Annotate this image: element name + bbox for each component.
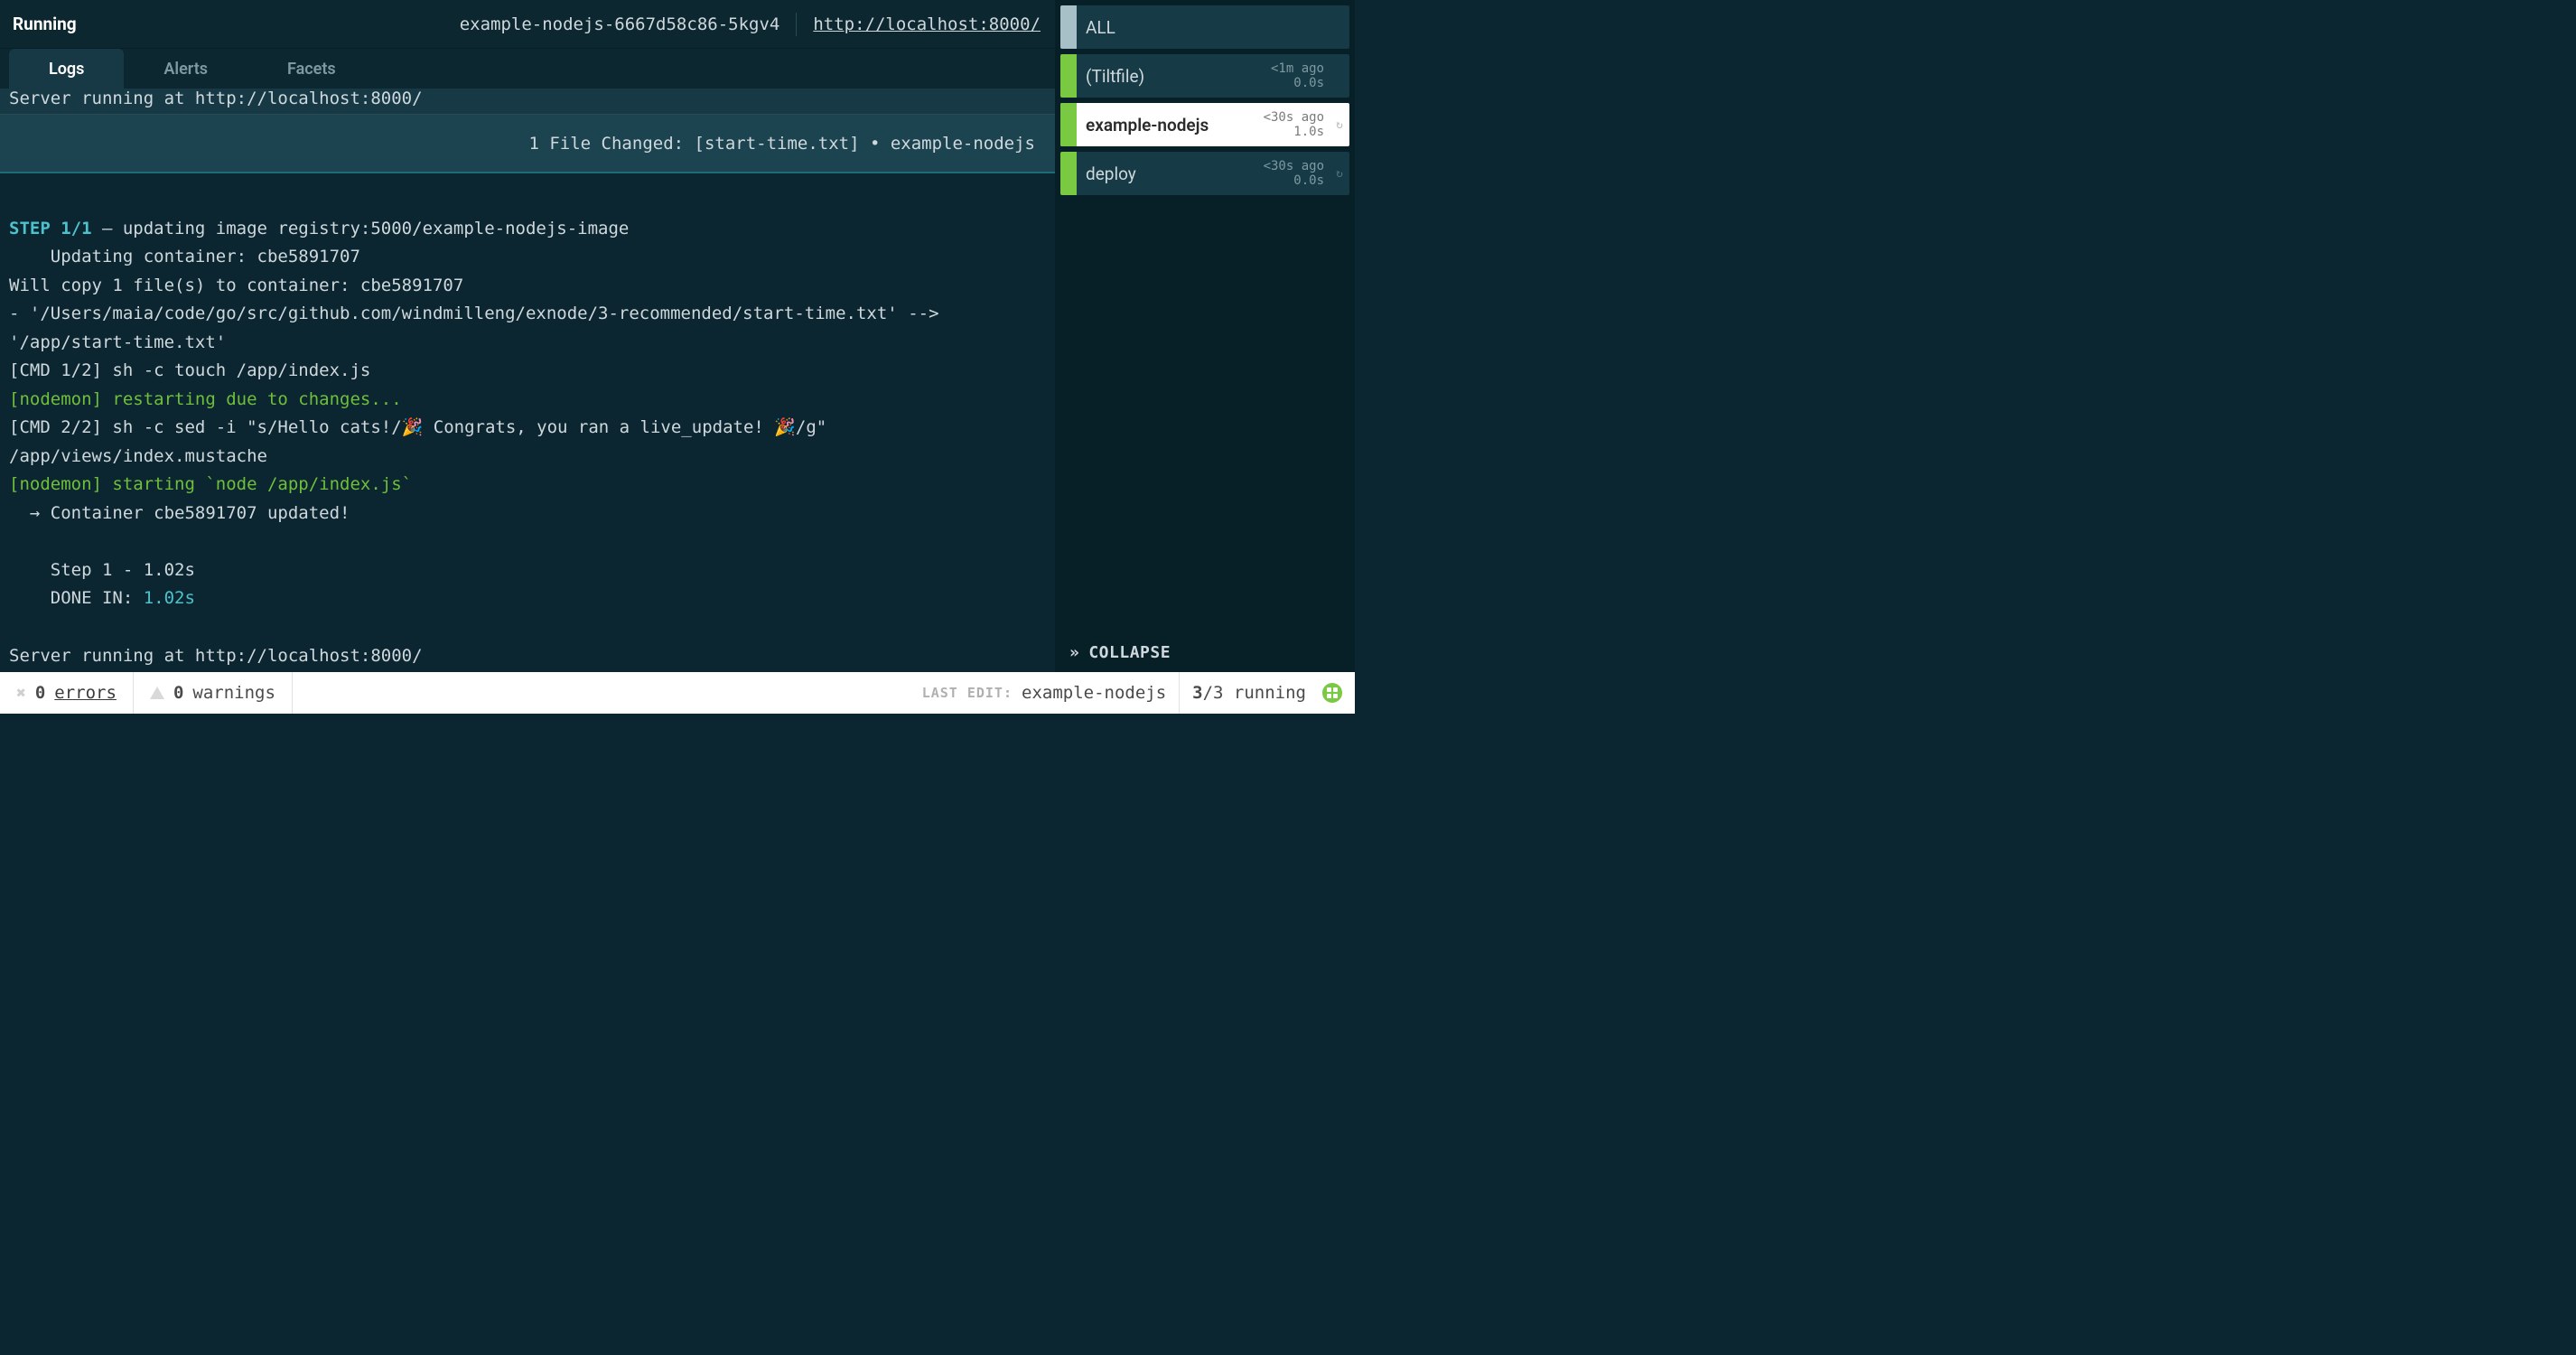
status-footer: ✖ 0 errors 0 warnings LAST EDIT: example… (0, 672, 1355, 714)
log-done-label: DONE IN: (9, 588, 144, 608)
running-cell: 3/3 running (1180, 672, 1355, 714)
build-ago: <1m ago (1271, 61, 1324, 76)
tab-facets[interactable]: Facets (247, 49, 376, 89)
errors-count: 0 (35, 683, 45, 703)
header-divider (796, 13, 797, 36)
sidebar-item-tiltfile[interactable]: (Tiltfile) <1m ago 0.0s (1060, 54, 1349, 98)
last-edit-value: example-nodejs (1022, 683, 1166, 703)
resource-sidebar: ALL (Tiltfile) <1m ago 0.0s example-node… (1055, 0, 1355, 672)
tilt-logo-icon[interactable] (1322, 683, 1342, 703)
warnings-label: warnings (192, 683, 275, 703)
file-changed-text: 1 File Changed: [start-time.txt] • examp… (528, 134, 1035, 154)
tilt-logo-svg (1327, 687, 1338, 698)
header-meta: example-nodejs-6667d58c86-5kgv4 http://l… (460, 13, 1041, 36)
log-line: → Container cbe5891707 updated! (9, 503, 350, 523)
main-column: Running example-nodejs-6667d58c86-5kgv4 … (0, 0, 1055, 672)
sidebar-item-example-nodejs[interactable]: example-nodejs <30s ago 1.0s ↻ (1060, 103, 1349, 146)
pod-name: example-nodejs-6667d58c86-5kgv4 (460, 14, 780, 34)
sidebar-item-label: (Tiltfile) (1077, 66, 1271, 87)
build-dur: 0.0s (1293, 173, 1324, 188)
warnings-count: 0 (173, 683, 183, 703)
running-count: 3 (1192, 683, 1202, 703)
sidebar-spacer (1060, 201, 1349, 627)
reload-icon[interactable]: ↻ (1330, 167, 1349, 181)
endpoint-link[interactable]: http://localhost:8000/ (813, 14, 1041, 34)
sidebar-item-times: <30s ago 0.0s (1264, 159, 1330, 188)
log-previous-line: Server running at http://localhost:8000/ (0, 89, 1055, 114)
log-line: [CMD 2/2] sh -c sed -i "s/Hello cats!/🎉 … (9, 417, 837, 466)
running-total: /3 running (1203, 683, 1306, 703)
errors-cell[interactable]: ✖ 0 errors (0, 672, 134, 714)
status-bar (1060, 152, 1077, 195)
build-ago: <30s ago (1264, 110, 1324, 125)
log-line: Step 1 - 1.02s (9, 560, 195, 580)
tab-strip: Logs Alerts Facets (0, 49, 1055, 89)
sidebar-item-label: example-nodejs (1077, 115, 1264, 136)
log-line-nodemon: [nodemon] starting `node /app/index.js` (9, 474, 412, 494)
warning-icon (150, 687, 164, 699)
reload-icon[interactable]: ↻ (1330, 118, 1349, 132)
log-step-label: STEP 1/1 (9, 219, 92, 238)
build-dur: 1.0s (1293, 125, 1324, 139)
log-line: [CMD 1/2] sh -c touch /app/index.js (9, 360, 370, 380)
log-line: - '/Users/maia/code/go/src/github.com/wi… (9, 304, 949, 352)
app-shell: Running example-nodejs-6667d58c86-5kgv4 … (0, 0, 1355, 672)
sidebar-item-all[interactable]: ALL (1060, 5, 1349, 49)
log-line-nodemon: [nodemon] restarting due to changes... (9, 389, 402, 409)
errors-label[interactable]: errors (54, 683, 117, 703)
tab-logs[interactable]: Logs (9, 49, 124, 89)
log-done-time: 1.02s (144, 588, 195, 608)
footer-spacer: LAST EDIT: example-nodejs (293, 672, 1180, 714)
sidebar-item-deploy[interactable]: deploy <30s ago 0.0s ↻ (1060, 152, 1349, 195)
sidebar-item-times: <30s ago 1.0s (1264, 110, 1330, 139)
chevron-right-icon: » (1069, 643, 1079, 662)
collapse-button[interactable]: » COLLAPSE (1060, 632, 1349, 672)
status-bar (1060, 103, 1077, 146)
file-changed-banner: 1 File Changed: [start-time.txt] • examp… (0, 114, 1055, 173)
error-icon: ✖ (16, 684, 26, 703)
log-pane[interactable]: STEP 1/1 — updating image registry:5000/… (0, 173, 1055, 672)
build-dur: 0.0s (1293, 76, 1324, 90)
collapse-label: COLLAPSE (1088, 643, 1171, 662)
log-line: Updating container: cbe5891707 (9, 247, 360, 266)
sidebar-item-label: ALL (1077, 17, 1349, 38)
log-line: Server running at http://localhost:8000/ (9, 646, 423, 666)
sidebar-item-times: <1m ago 0.0s (1271, 61, 1330, 90)
tab-alerts[interactable]: Alerts (124, 49, 247, 89)
build-ago: <30s ago (1264, 159, 1324, 173)
status-bar (1060, 54, 1077, 98)
log-step-rest: — updating image registry:5000/example-n… (92, 219, 630, 238)
last-edit-label: LAST EDIT: (922, 685, 1013, 701)
log-line: Will copy 1 file(s) to container: cbe589… (9, 276, 463, 295)
sidebar-item-label: deploy (1077, 164, 1264, 184)
status-bar (1060, 5, 1077, 49)
resource-status: Running (13, 14, 77, 34)
warnings-cell[interactable]: 0 warnings (134, 672, 293, 714)
header-bar: Running example-nodejs-6667d58c86-5kgv4 … (0, 0, 1055, 49)
